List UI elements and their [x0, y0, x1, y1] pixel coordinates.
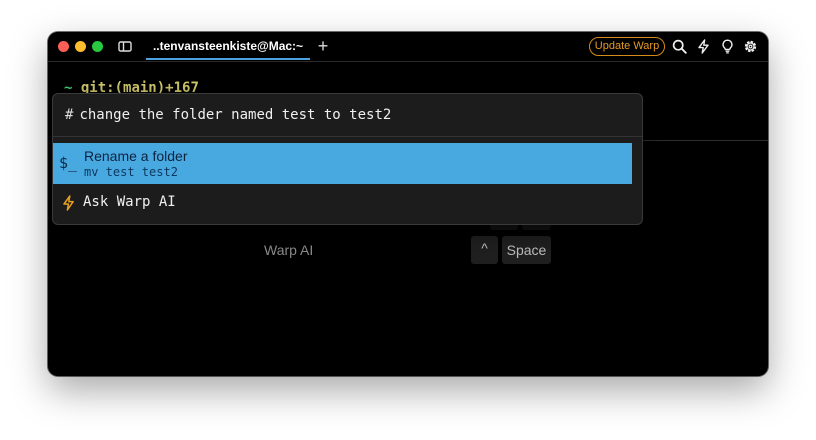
terminal-command-icon: $_: [59, 154, 78, 172]
hint-key-space: Space: [502, 236, 551, 264]
bolt-icon: [63, 195, 74, 211]
ask-warp-ai-label: Ask Warp AI: [83, 194, 176, 210]
tab-terminal[interactable]: ..tenvansteenkiste@Mac:~: [146, 32, 310, 60]
block-divider: [640, 140, 768, 141]
search-icon[interactable]: [672, 39, 687, 54]
lightbulb-icon[interactable]: [720, 39, 735, 54]
gear-icon[interactable]: [743, 39, 758, 54]
warp-ai-hint-label: Warp AI: [264, 242, 314, 258]
bolt-icon[interactable]: [696, 39, 711, 54]
query-text: change the folder named test to test2: [79, 107, 392, 123]
suggestion-title: Rename a folder: [84, 148, 188, 164]
warp-window: ..tenvansteenkiste@Mac:~ + Update Warp ~…: [48, 32, 768, 376]
suggestion-rename-folder[interactable]: $_ Rename a folder mv test test2: [53, 143, 632, 184]
command-search-palette: # change the folder named test to test2 $…: [52, 93, 643, 225]
sidebar-panel-icon[interactable]: [118, 40, 132, 53]
new-tab-button[interactable]: +: [316, 35, 330, 57]
minimize-window-button[interactable]: [75, 41, 86, 52]
maximize-window-button[interactable]: [92, 41, 103, 52]
title-bar: ..tenvansteenkiste@Mac:~ + Update Warp: [48, 32, 768, 62]
query-prefix: #: [65, 107, 74, 123]
query-input[interactable]: # change the folder named test to test2: [53, 94, 642, 137]
ask-warp-ai-item[interactable]: Ask Warp AI: [53, 186, 642, 220]
hint-key-ctrl: ^: [471, 236, 498, 264]
close-window-button[interactable]: [58, 41, 69, 52]
suggestion-command: mv test test2: [84, 165, 178, 179]
update-warp-button[interactable]: Update Warp: [589, 37, 665, 56]
